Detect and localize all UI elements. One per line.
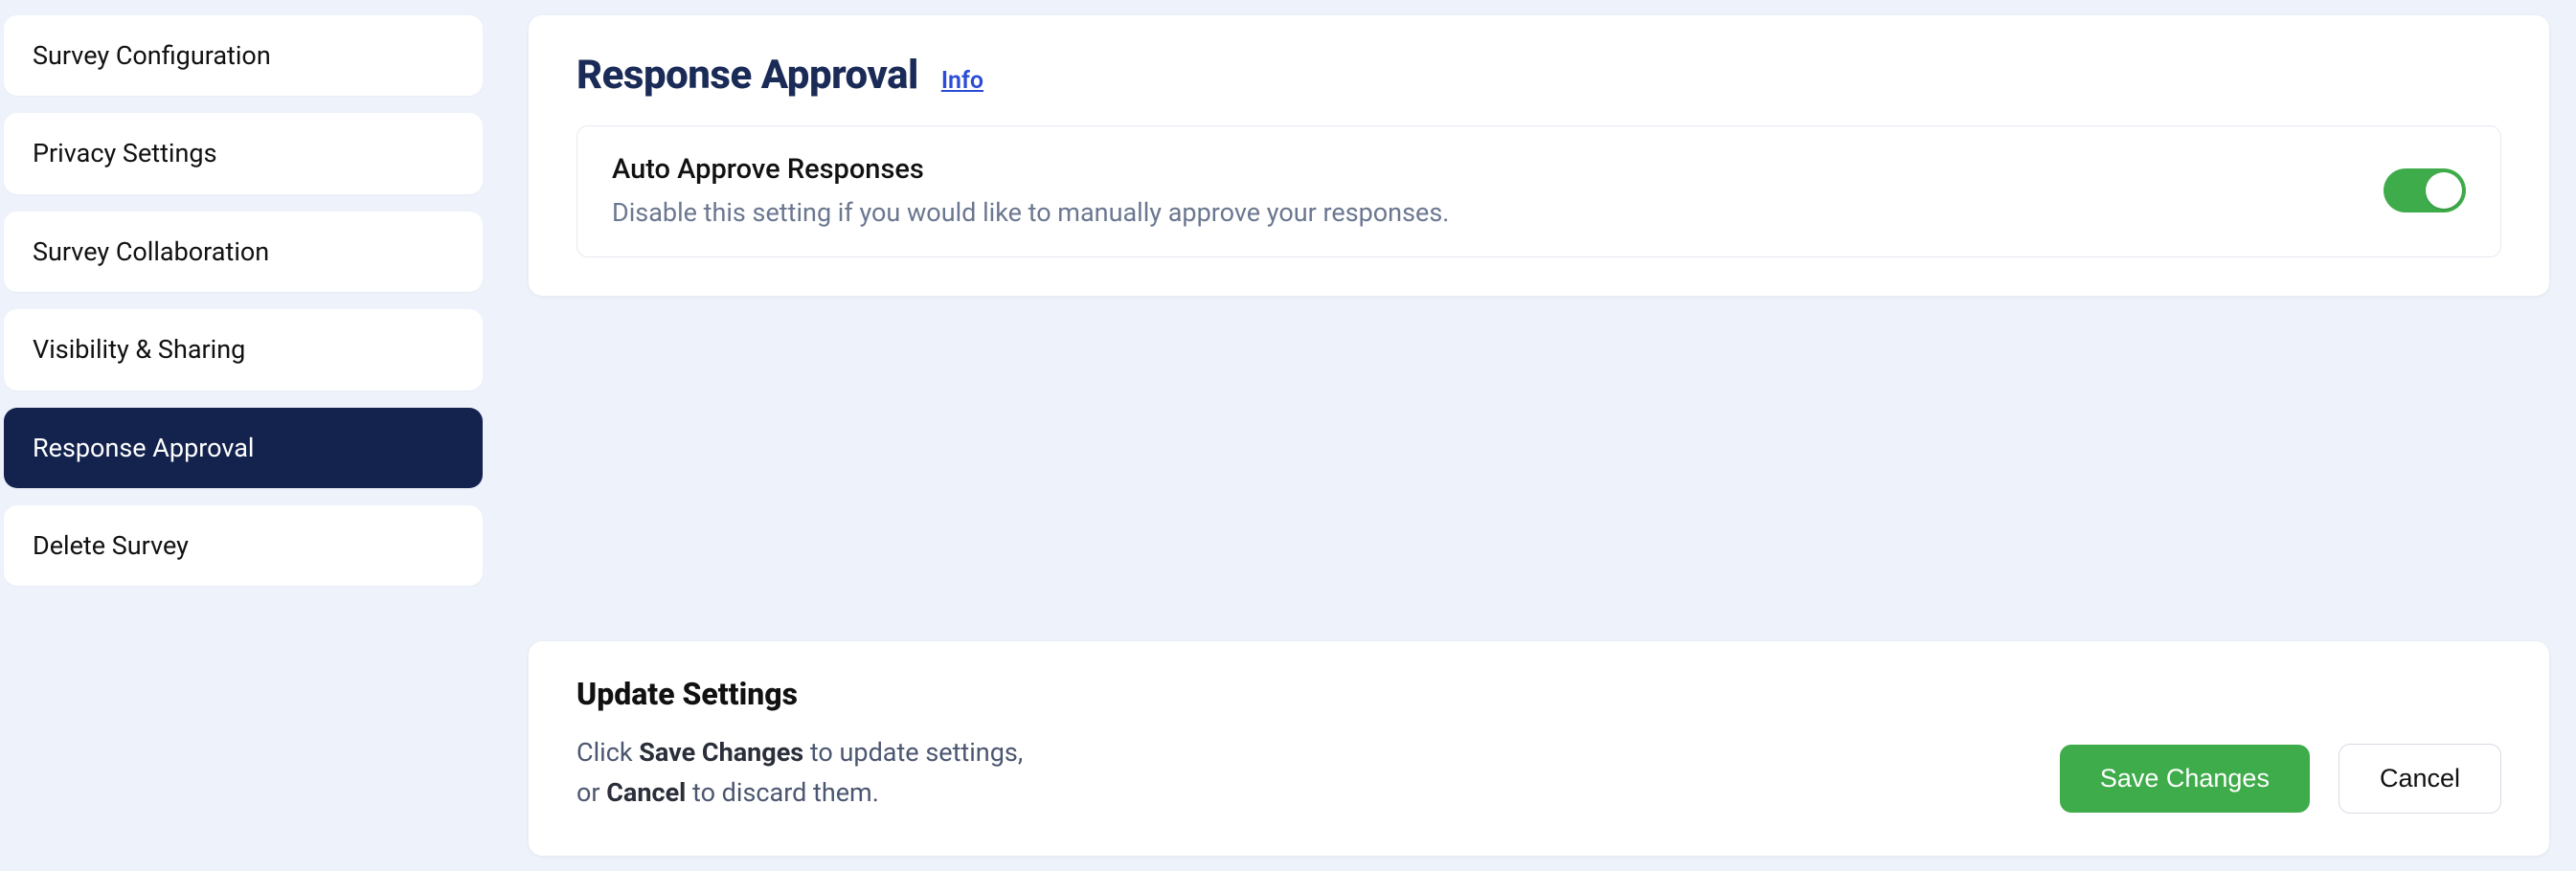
update-desc-strong-save: Save Changes (639, 737, 803, 768)
panel-header: Response Approval Info (576, 52, 2501, 99)
update-desc-mid: to update settings, (803, 737, 1023, 768)
setting-text: Auto Approve Responses Disable this sett… (612, 153, 1449, 228)
update-desc-pre: Click (576, 737, 639, 768)
page-title: Response Approval (576, 52, 918, 99)
auto-approve-toggle[interactable] (2384, 168, 2466, 212)
sidebar-item-label: Privacy Settings (33, 138, 217, 168)
setting-title: Auto Approve Responses (612, 153, 1449, 186)
sidebar-item-privacy-settings[interactable]: Privacy Settings (4, 113, 483, 193)
sidebar-item-visibility-sharing[interactable]: Visibility & Sharing (4, 309, 483, 390)
update-desc-strong-cancel: Cancel (606, 777, 686, 808)
button-row: Save Changes Cancel (2060, 744, 2501, 814)
spacer (529, 296, 2549, 618)
info-link[interactable]: Info (941, 67, 983, 95)
auto-approve-setting-card: Auto Approve Responses Disable this sett… (576, 125, 2501, 257)
update-description: Click Save Changes to update settings, o… (576, 733, 1023, 814)
sidebar-item-label: Response Approval (33, 433, 254, 463)
setting-description: Disable this setting if you would like t… (612, 197, 1449, 228)
update-desc-line2-post: to discard them. (686, 777, 879, 808)
sidebar-item-label: Survey Configuration (33, 40, 271, 71)
sidebar: Survey Configuration Privacy Settings Su… (4, 15, 483, 856)
toggle-knob (2426, 172, 2462, 209)
update-left: Update Settings Click Save Changes to up… (576, 676, 1023, 814)
main-column: Response Approval Info Auto Approve Resp… (529, 15, 2576, 856)
update-settings-panel: Update Settings Click Save Changes to up… (529, 641, 2549, 856)
sidebar-item-label: Visibility & Sharing (33, 334, 245, 365)
sidebar-item-survey-collaboration[interactable]: Survey Collaboration (4, 212, 483, 292)
cancel-button[interactable]: Cancel (2339, 744, 2501, 814)
save-changes-button[interactable]: Save Changes (2060, 745, 2310, 813)
update-title: Update Settings (576, 676, 1023, 712)
update-desc-line2-pre: or (576, 777, 606, 808)
sidebar-item-survey-configuration[interactable]: Survey Configuration (4, 15, 483, 96)
sidebar-item-label: Survey Collaboration (33, 236, 269, 267)
response-approval-panel: Response Approval Info Auto Approve Resp… (529, 15, 2549, 296)
sidebar-item-delete-survey[interactable]: Delete Survey (4, 505, 483, 586)
sidebar-item-label: Delete Survey (33, 530, 189, 561)
sidebar-item-response-approval[interactable]: Response Approval (4, 408, 483, 488)
